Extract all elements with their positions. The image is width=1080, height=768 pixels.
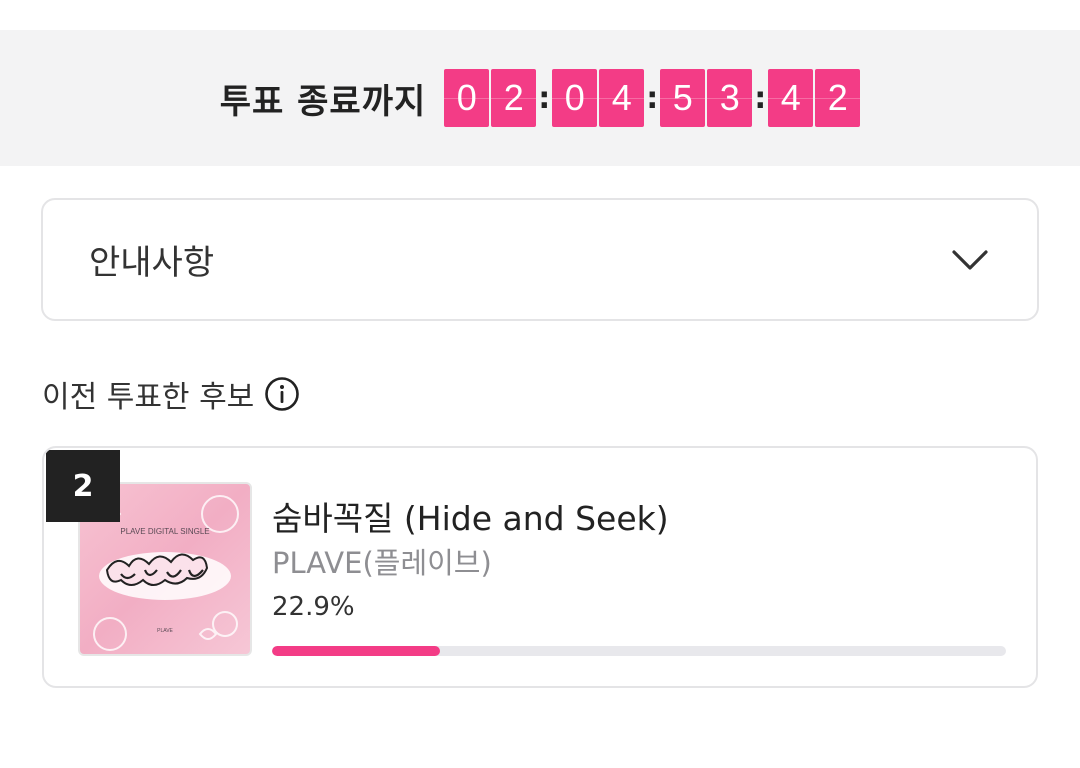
countdown-digit: 2	[491, 69, 537, 127]
countdown-digit: 4	[768, 69, 814, 127]
countdown-separator: :	[754, 80, 767, 116]
vote-countdown-bar: 투표 종료까지 0 2 : 0 4 : 5 3 : 4 2	[0, 30, 1080, 166]
countdown-digit: 3	[707, 69, 753, 127]
previous-vote-heading: 이전 투표한 후보	[42, 372, 300, 416]
previous-vote-label: 이전 투표한 후보	[42, 380, 255, 415]
countdown-digit: 4	[599, 69, 645, 127]
info-icon[interactable]	[264, 376, 300, 412]
chevron-down-icon[interactable]	[951, 248, 989, 272]
countdown-minutes: 5 3	[660, 69, 753, 127]
vote-percentage: 22.9%	[272, 592, 355, 622]
svg-text:PLAVE: PLAVE	[157, 628, 173, 634]
countdown-digit: 5	[660, 69, 706, 127]
artist-name: PLAVE(플레이브)	[272, 546, 492, 580]
countdown-timer: 0 2 : 0 4 : 5 3 : 4 2	[444, 69, 861, 127]
vote-progress-fill	[272, 646, 441, 656]
countdown-hours: 0 4	[552, 69, 645, 127]
countdown-digit: 2	[815, 69, 861, 127]
countdown-digit: 0	[552, 69, 598, 127]
countdown-separator: :	[646, 80, 659, 116]
rank-badge: 2	[46, 450, 120, 522]
song-title: 숨바꼭질 (Hide and Seek)	[272, 499, 669, 538]
candidate-card[interactable]: 2 PLAVE DIGITAL SINGLE PLAVE 숨바꼭질 (Hide …	[42, 446, 1038, 688]
notice-accordion[interactable]: 안내사항	[41, 198, 1039, 321]
svg-text:PLAVE DIGITAL SINGLE: PLAVE DIGITAL SINGLE	[120, 527, 209, 536]
countdown-label: 투표 종료까지	[219, 81, 427, 122]
countdown-separator: :	[538, 80, 551, 116]
vote-progress-bar	[272, 646, 1006, 656]
countdown-days: 0 2	[444, 69, 537, 127]
notice-label: 안내사항	[89, 243, 215, 283]
countdown-seconds: 4 2	[768, 69, 861, 127]
countdown-digit: 0	[444, 69, 490, 127]
